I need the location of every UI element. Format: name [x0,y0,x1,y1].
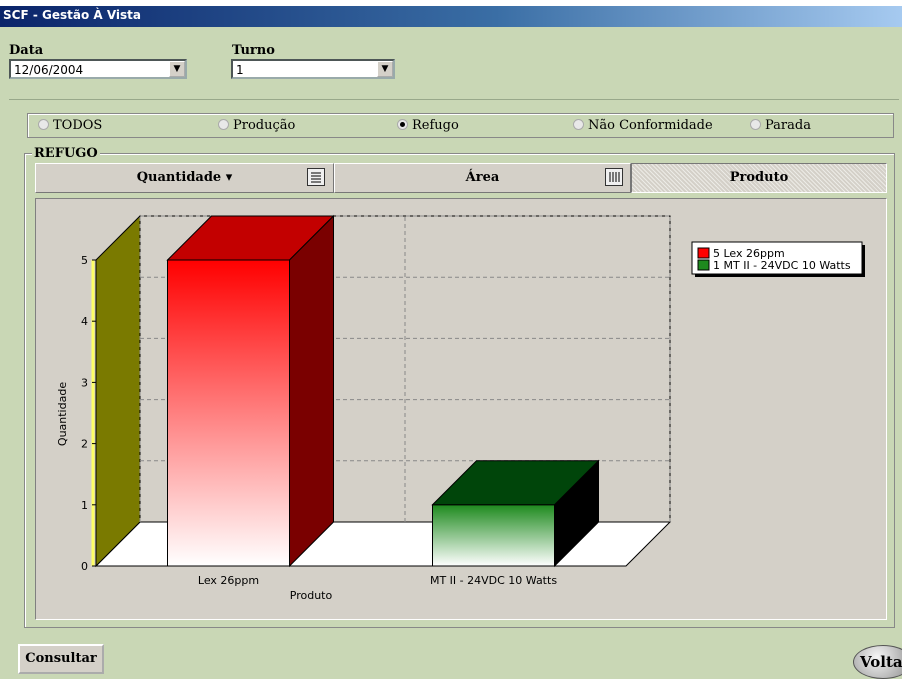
group-title: REFUGO [32,146,100,161]
chart-side-wall [95,214,141,568]
chevron-down-icon[interactable]: ▼ [377,61,393,77]
x-tick-label: MT II - 24VDC 10 Watts [430,574,557,587]
tab-area[interactable]: Área [334,163,631,193]
bar [167,259,290,567]
chevron-down-icon[interactable]: ▼ [169,61,185,77]
y-tick-label: 3 [81,376,88,389]
turno-select[interactable]: 1 ▼ [231,59,395,79]
radio-dot-icon [573,119,584,130]
legend-swatch [697,247,710,259]
date-select[interactable]: 12/06/2004 ▼ [9,59,187,79]
titlebar-bar: SCF - Gestão À Vista [0,6,902,27]
legend-swatch [697,259,710,271]
x-tick-label: Lex 26ppm [198,574,259,587]
window-titlebar: SCF - Gestão À Vista [0,0,902,27]
radio-todos[interactable]: TODOS [38,118,102,133]
category-radio-group: TODOS Produção Refugo Não Conformidade P… [27,113,894,138]
bar [432,504,555,567]
chart-tabs: Quantidade ▾ Área Produto [35,163,887,193]
tab-quantidade[interactable]: Quantidade ▾ [35,163,334,193]
y-tick-label: 0 [81,560,88,573]
radio-parada[interactable]: Parada [750,118,811,133]
turno-value: 1 [236,63,244,77]
date-value: 12/06/2004 [14,63,84,77]
radio-dot-icon [38,119,49,130]
y-tick-label: 5 [81,254,88,267]
radio-producao[interactable]: Produção [218,118,295,133]
consultar-button[interactable]: Consultar [18,644,104,674]
y-tick-label: 1 [81,499,88,512]
turno-label: Turno [232,43,275,58]
columns-icon[interactable] [605,168,623,186]
tab-produto[interactable]: Produto [631,163,887,193]
x-axis-label: Produto [290,589,333,602]
radio-nao-conformidade[interactable]: Não Conformidade [573,118,713,133]
radio-dot-icon [218,119,229,130]
data-label: Data [9,43,44,58]
radio-dot-icon [750,119,761,130]
chart-panel: 0 1 2 3 4 5 Lex 26ppm MT II - 24VDC 10 Watts Pro… [35,198,887,620]
list-icon[interactable] [307,168,325,186]
y-tick-label: 4 [81,315,88,328]
bar-side [289,214,334,568]
bar-chart: 0 1 2 3 4 5 Lex 26ppm MT II - 24VDC 10 Watts Pro… [56,214,865,602]
y-tick-label: 2 [81,438,88,451]
radio-dot-selected-icon [397,119,408,130]
window-title: SCF - Gestão À Vista [3,8,141,22]
radio-refugo[interactable]: Refugo [397,118,459,133]
y-axis-label: Quantidade [56,382,69,446]
legend-entry: 1 MT II - 24VDC 10 Watts [713,259,851,272]
